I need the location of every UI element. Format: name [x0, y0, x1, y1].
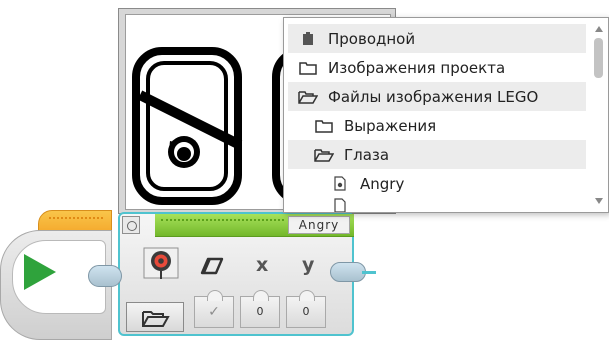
image-file-icon — [330, 176, 350, 192]
eraser-icon — [200, 256, 226, 281]
image-file-browser-dropdown[interactable]: Проводной Изображения проекта Файлы изоб… — [283, 17, 609, 213]
x-parameter-label: x — [256, 254, 269, 276]
sequence-wire-connector[interactable] — [88, 265, 122, 287]
tree-item-project-images[interactable]: Изображения проекта — [288, 53, 586, 82]
image-file-icon — [330, 198, 350, 212]
tree-item-label: Глаза — [344, 145, 390, 164]
dropdown-scrollbar[interactable] — [592, 22, 606, 208]
output-sequence-connector[interactable] — [330, 262, 366, 282]
play-icon[interactable] — [24, 254, 56, 290]
scroll-down-arrow-icon[interactable] — [595, 198, 603, 204]
block-settings-icon[interactable] — [122, 216, 140, 234]
tree-item-label: Angry — [360, 174, 405, 193]
tree-item-expressions[interactable]: Выражения — [288, 111, 586, 140]
block-parameters: x y ✓ 0 0 — [190, 246, 340, 334]
y-parameter-label: y — [302, 254, 315, 276]
display-image-mode-icon[interactable] — [142, 246, 186, 280]
tree-item-label: Изображения проекта — [328, 58, 506, 77]
file-select-button[interactable] — [126, 302, 184, 332]
output-wire — [362, 271, 376, 274]
folder-open-icon — [298, 89, 318, 105]
scroll-thumb[interactable] — [594, 38, 603, 78]
tree-item-angry[interactable]: Angry — [288, 169, 586, 198]
scroll-up-arrow-icon[interactable] — [595, 26, 603, 32]
folder-icon — [298, 60, 318, 76]
tree-item-eyes[interactable]: Глаза — [288, 140, 586, 169]
folder-icon — [314, 118, 334, 134]
tree-item-partial — [288, 198, 586, 212]
tree-item-label: Проводной — [328, 29, 416, 48]
tree-item-wired[interactable]: Проводной — [288, 24, 586, 53]
x-value-input[interactable]: 0 — [240, 290, 280, 328]
check-icon: ✓ — [208, 304, 220, 320]
clear-screen-toggle[interactable]: ✓ — [194, 290, 234, 328]
image-filename-label[interactable]: Angry — [288, 216, 350, 234]
tree-item-lego-image-files[interactable]: Файлы изображения LEGO — [288, 82, 586, 111]
folder-open-icon — [142, 311, 170, 327]
file-tree: Проводной Изображения проекта Файлы изоб… — [288, 24, 586, 212]
tree-item-label: Выражения — [344, 116, 437, 135]
y-value-input[interactable]: 0 — [286, 290, 326, 328]
folder-open-icon — [314, 147, 334, 163]
tree-item-label: Файлы изображения LEGO — [328, 87, 539, 106]
device-icon — [298, 31, 318, 47]
